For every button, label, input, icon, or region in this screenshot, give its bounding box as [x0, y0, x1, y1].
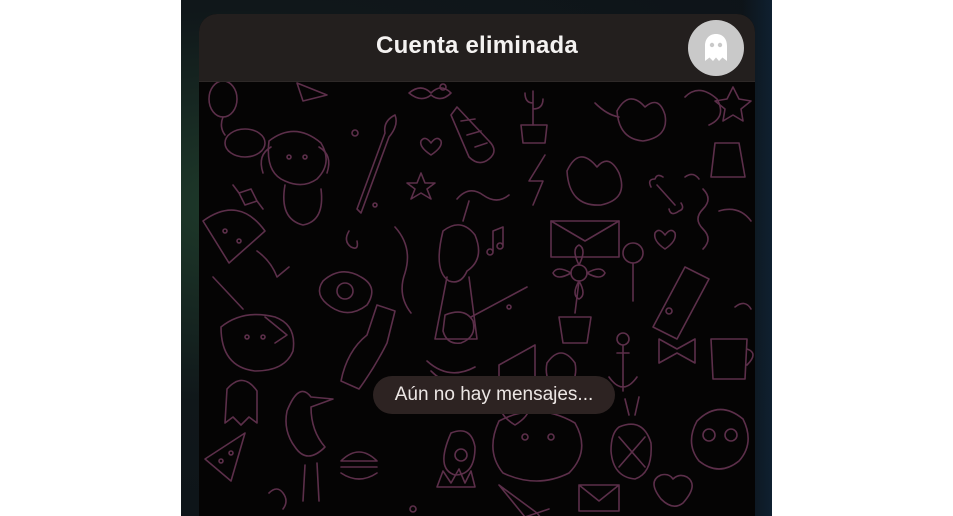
- chat-wallpaper-doodles: [202, 81, 754, 516]
- chat-title[interactable]: Cuenta eliminada: [199, 32, 755, 60]
- ghost-icon: [705, 34, 727, 61]
- contact-avatar[interactable]: [688, 20, 744, 76]
- chat-header: Cuenta eliminada: [199, 14, 755, 82]
- phone-screen: Cuenta eliminada Aún no hay mensajes...: [181, 0, 772, 516]
- chat-window: Cuenta eliminada Aún no hay mensajes...: [199, 14, 755, 516]
- empty-chat-message: Aún no hay mensajes...: [373, 376, 615, 414]
